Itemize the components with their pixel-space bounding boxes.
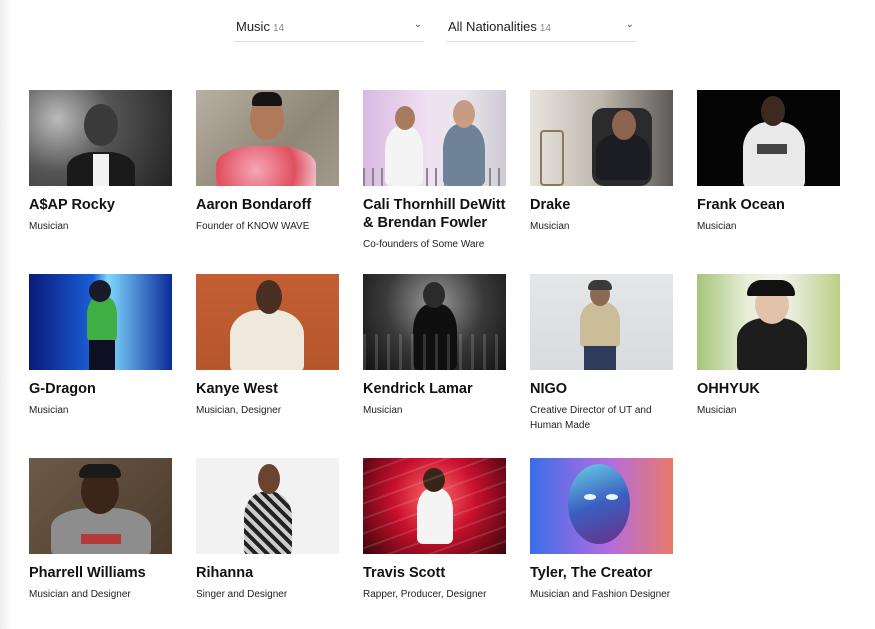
person-card[interactable]: Tyler, The Creator Musician and Fashion … xyxy=(530,458,673,629)
person-photo[interactable] xyxy=(363,458,506,554)
person-name[interactable]: Pharrell Williams xyxy=(29,564,172,582)
person-card[interactable]: G-Dragon Musician xyxy=(29,274,172,458)
person-role: Musician xyxy=(29,221,69,232)
chevron-down-icon: ⌄ xyxy=(413,19,422,30)
person-name[interactable]: G-Dragon xyxy=(29,380,172,398)
music-filter-dropdown[interactable]: Music 14 ⌄ xyxy=(234,17,424,42)
person-name[interactable]: Frank Ocean xyxy=(697,196,840,214)
person-photo[interactable] xyxy=(697,90,840,186)
person-photo[interactable] xyxy=(363,90,506,186)
person-role: Musician xyxy=(697,405,737,416)
person-role: Musician and Designer xyxy=(29,589,131,600)
person-role: Rapper, Producer, Designer xyxy=(363,589,487,600)
filter-bar: Music 14 ⌄ All Nationalities 14 ⌄ xyxy=(234,17,636,42)
person-photo[interactable] xyxy=(29,90,172,186)
person-photo[interactable] xyxy=(29,274,172,370)
person-role: Founder of KNOW WAVE xyxy=(196,221,310,232)
person-name[interactable]: Rihanna xyxy=(196,564,339,582)
person-photo[interactable] xyxy=(697,274,840,370)
person-name[interactable]: Kendrick Lamar xyxy=(363,380,506,398)
person-name[interactable]: OHHYUK xyxy=(697,380,840,398)
person-photo[interactable] xyxy=(363,274,506,370)
person-name[interactable]: Drake xyxy=(530,196,673,214)
people-grid: A$AP Rocky Musician Aaron Bondaroff Foun… xyxy=(29,90,840,629)
person-name[interactable]: Aaron Bondaroff xyxy=(196,196,339,214)
person-role: Singer and Designer xyxy=(196,589,288,600)
person-name[interactable]: Tyler, The Creator xyxy=(530,564,673,582)
person-card[interactable]: Frank Ocean Musician xyxy=(697,90,840,274)
person-name[interactable]: Travis Scott xyxy=(363,564,506,582)
person-card[interactable]: Rihanna Singer and Designer xyxy=(196,458,339,629)
filter-count: 14 xyxy=(272,23,285,34)
person-card[interactable]: Kanye West Musician, Designer xyxy=(196,274,339,458)
person-photo[interactable] xyxy=(530,90,673,186)
person-name[interactable]: A$AP Rocky xyxy=(29,196,172,214)
person-card[interactable]: OHHYUK Musician xyxy=(697,274,840,458)
person-photo[interactable] xyxy=(196,458,339,554)
person-card[interactable]: Drake Musician xyxy=(530,90,673,274)
nationality-filter-dropdown[interactable]: All Nationalities 14 ⌄ xyxy=(446,17,636,42)
person-role: Musician and Fashion Designer xyxy=(530,589,671,600)
person-card[interactable]: Kendrick Lamar Musician xyxy=(363,274,506,458)
filter-label: Music 14 xyxy=(236,19,285,34)
person-name[interactable]: Kanye West xyxy=(196,380,339,398)
person-name[interactable]: NIGO xyxy=(530,380,673,398)
person-photo[interactable] xyxy=(196,90,339,186)
person-card[interactable]: Travis Scott Rapper, Producer, Designer xyxy=(363,458,506,629)
page-edge-shadow xyxy=(0,0,14,629)
person-role: Musician xyxy=(29,405,69,416)
person-card[interactable]: Cali Thornhill DeWitt & Brendan Fowler C… xyxy=(363,90,506,274)
person-card[interactable]: A$AP Rocky Musician xyxy=(29,90,172,274)
person-card[interactable]: Aaron Bondaroff Founder of KNOW WAVE xyxy=(196,90,339,274)
person-card[interactable]: NIGO Creative Director of UT and Human M… xyxy=(530,274,673,458)
person-role: Co-founders of Some Ware xyxy=(363,239,485,250)
chevron-down-icon: ⌄ xyxy=(625,19,634,30)
person-role: Musician xyxy=(363,405,403,416)
person-photo[interactable] xyxy=(196,274,339,370)
person-role: Musician xyxy=(530,221,570,232)
person-role: Musician xyxy=(697,221,737,232)
person-card[interactable]: Pharrell Williams Musician and Designer xyxy=(29,458,172,629)
person-name[interactable]: Cali Thornhill DeWitt & Brendan Fowler xyxy=(363,196,506,232)
person-photo[interactable] xyxy=(530,458,673,554)
filter-count: 14 xyxy=(539,23,551,34)
person-photo[interactable] xyxy=(530,274,673,370)
person-role: Creative Director of UT and Human Made xyxy=(530,405,652,431)
person-role: Musician, Designer xyxy=(196,405,282,416)
person-photo[interactable] xyxy=(29,458,172,554)
filter-label: All Nationalities 14 xyxy=(448,19,551,34)
